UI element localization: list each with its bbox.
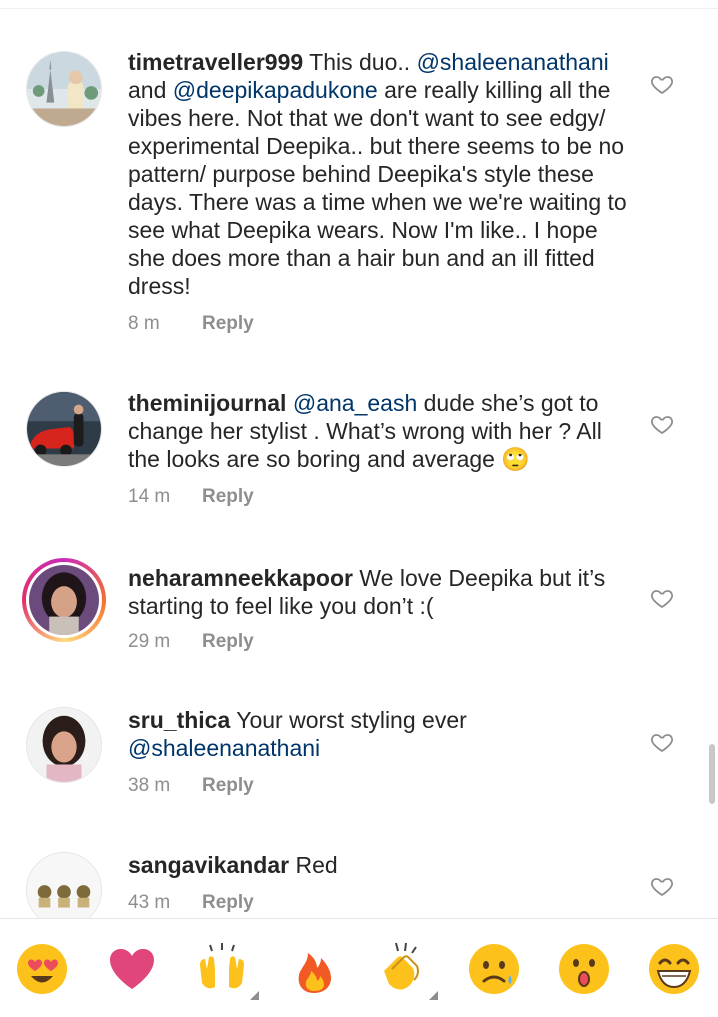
heart-emoji-icon[interactable] [104,941,160,997]
scrollbar[interactable] [709,744,715,804]
comment-timestamp: 14 m [128,486,171,507]
like-heart-icon[interactable] [650,586,674,610]
comment-username[interactable]: theminijournal [128,390,286,416]
clapping-hands-emoji-icon[interactable] [374,941,430,997]
reply-button[interactable]: Reply [202,631,254,652]
comment-username[interactable]: timetraveller999 [128,49,303,75]
mention-link[interactable]: @shaleenanathani [417,49,609,75]
fire-emoji-icon[interactable] [286,941,342,997]
comment-body-text: Red [289,852,338,878]
comment-username[interactable]: sangavikandar [128,852,289,878]
reply-button[interactable]: Reply [202,775,254,796]
comment-meta: 38 m Reply [128,775,254,799]
comment-meta: 43 m Reply [128,892,254,916]
emoji-quick-reaction-bar [0,918,718,1017]
comment-timestamp: 43 m [128,892,171,913]
avatar-with-story-ring[interactable] [22,558,106,642]
emoji-variant-indicator [250,991,259,1000]
like-heart-icon[interactable] [650,874,674,898]
laughing-emoji-icon[interactable] [646,941,702,997]
reply-button[interactable]: Reply [202,892,254,913]
comment-body-text: Your worst styling ever [230,707,467,733]
comment-text: theminijournal @ana_eash dude she’s got … [128,389,628,473]
sad-face-emoji-icon[interactable] [466,941,522,997]
emoji-variant-indicator [429,991,438,1000]
comment-timestamp: 8 m [128,313,160,334]
comment-username[interactable]: sru_thica [128,707,230,733]
comment-text: sangavikandar Red [128,851,628,879]
comment-timestamp: 38 m [128,775,171,796]
mention-link[interactable]: @deepikapadukone [173,77,378,103]
mention-link[interactable]: @shaleenanathani [128,735,320,761]
comment-text: sru_thica Your worst styling ever @shale… [128,706,628,762]
comment-body-text: are really killing all the vibes here. N… [128,77,627,299]
comment-meta: 29 m Reply [128,631,254,655]
avatar[interactable] [26,51,102,127]
reply-button[interactable]: Reply [202,313,254,334]
raised-hands-emoji-icon[interactable] [194,941,250,997]
comment-body-text: and [128,77,173,103]
comment-text: timetraveller999 This duo.. @shaleenanat… [128,48,628,300]
comment-text: neharamneekkapoor We love Deepika but it… [128,564,628,620]
comment-meta: 14 m Reply [128,486,254,510]
avatar[interactable] [26,852,102,918]
reply-button[interactable]: Reply [202,486,254,507]
avatar[interactable] [26,707,102,783]
heart-eyes-emoji-icon[interactable] [14,941,70,997]
surprised-face-emoji-icon[interactable] [556,941,612,997]
comment-username[interactable]: neharamneekkapoor [128,565,353,591]
like-heart-icon[interactable] [650,72,674,96]
like-heart-icon[interactable] [650,730,674,754]
comment-body-text: This duo.. [303,49,417,75]
mention-link[interactable]: @ana_eash [293,390,417,416]
comment-timestamp: 29 m [128,631,171,652]
avatar[interactable] [26,391,102,467]
like-heart-icon[interactable] [650,412,674,436]
comments-list: timetraveller999 This duo.. @shaleenanat… [0,0,718,918]
comment-meta: 8 m Reply [128,313,254,337]
